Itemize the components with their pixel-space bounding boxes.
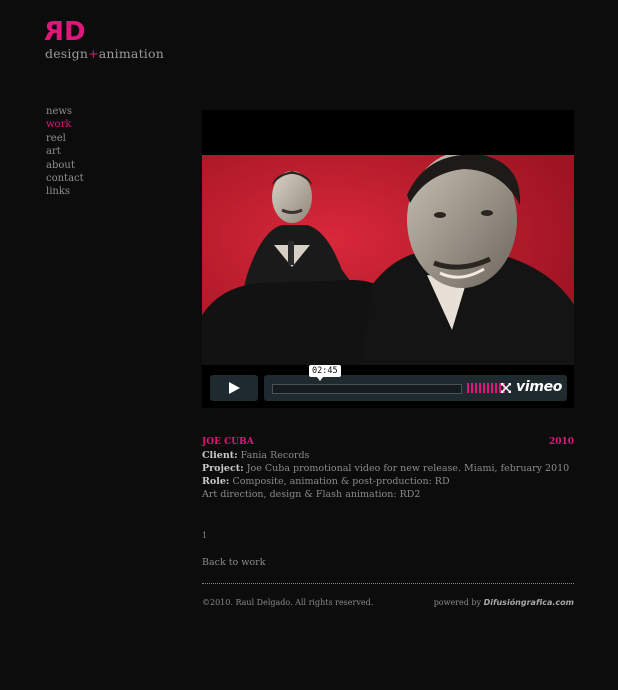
project-label: Project: [202,463,244,474]
volume-bar[interactable] [483,383,485,393]
logo-mark-r: R [45,17,65,47]
logo-text: design+animation [45,46,164,61]
project-project-row: Project: Joe Cuba promotional video for … [202,462,574,475]
main-nav: news work reel art about contact links [46,105,84,199]
footer-divider [202,583,574,584]
powered-by: powered by Difusióngrafica.com [434,598,574,607]
nav-item-art[interactable]: art [46,145,84,158]
nav-item-contact[interactable]: contact [46,172,84,185]
nav-item-about[interactable]: about [46,159,84,172]
logo-mark: RD [45,17,164,47]
volume-bar[interactable] [471,383,473,393]
nav-item-reel[interactable]: reel [46,132,84,145]
project-info: JOE CUBA 2010 Client: Fania Records Proj… [202,436,574,501]
progress-bar[interactable] [272,384,462,394]
logo-text-design: design [45,46,89,61]
project-value: Joe Cuba promotional video for new relea… [246,463,570,474]
project-credits: Art direction, design & Flash animation:… [202,489,421,500]
powered-by-label: powered by [433,598,482,607]
powered-by-brand-link[interactable]: Difusióngrafica.com [484,598,574,607]
page-number[interactable]: 1 [202,531,207,540]
project-client-row: Client: Fania Records [202,449,574,462]
client-value: Fania Records [240,450,310,461]
volume-bar[interactable] [467,383,469,393]
video-frame[interactable] [202,155,574,365]
client-label: Client: [202,450,238,461]
volume-bar[interactable] [487,383,489,393]
volume-bar[interactable] [479,383,481,393]
site-logo[interactable]: RD design+animation [45,17,164,61]
vimeo-logo[interactable]: vimeo [516,379,562,395]
fullscreen-icon[interactable] [500,382,512,394]
logo-text-animation: animation [98,46,164,61]
project-title: JOE CUBA [202,437,254,447]
logo-text-plus: + [88,46,99,61]
project-year: 2010 [548,437,574,447]
volume-bar[interactable] [475,383,477,393]
play-icon [229,382,240,394]
player-controls: 02:45 vimeo [210,365,567,401]
role-label: Role: [202,476,230,487]
volume-bar[interactable] [495,383,497,393]
controls-bar: 02:45 vimeo [264,365,567,401]
copyright-text: ©2010. Raul Delgado. All rights reserved… [202,598,374,607]
project-role-row: Role: Composite, animation & post-produc… [202,475,574,488]
play-button[interactable] [210,375,258,401]
nav-item-links[interactable]: links [46,185,84,198]
role-value: Composite, animation & post-production: … [232,476,450,487]
volume-bar[interactable] [491,383,493,393]
video-still-image [202,155,574,365]
logo-mark-d: D [64,17,86,47]
nav-item-work[interactable]: work [46,118,84,131]
time-display: 02:45 [309,365,341,381]
back-to-work-link[interactable]: Back to work [202,557,265,568]
video-player[interactable]: 02:45 vimeo [202,110,574,408]
nav-item-news[interactable]: news [46,105,84,118]
